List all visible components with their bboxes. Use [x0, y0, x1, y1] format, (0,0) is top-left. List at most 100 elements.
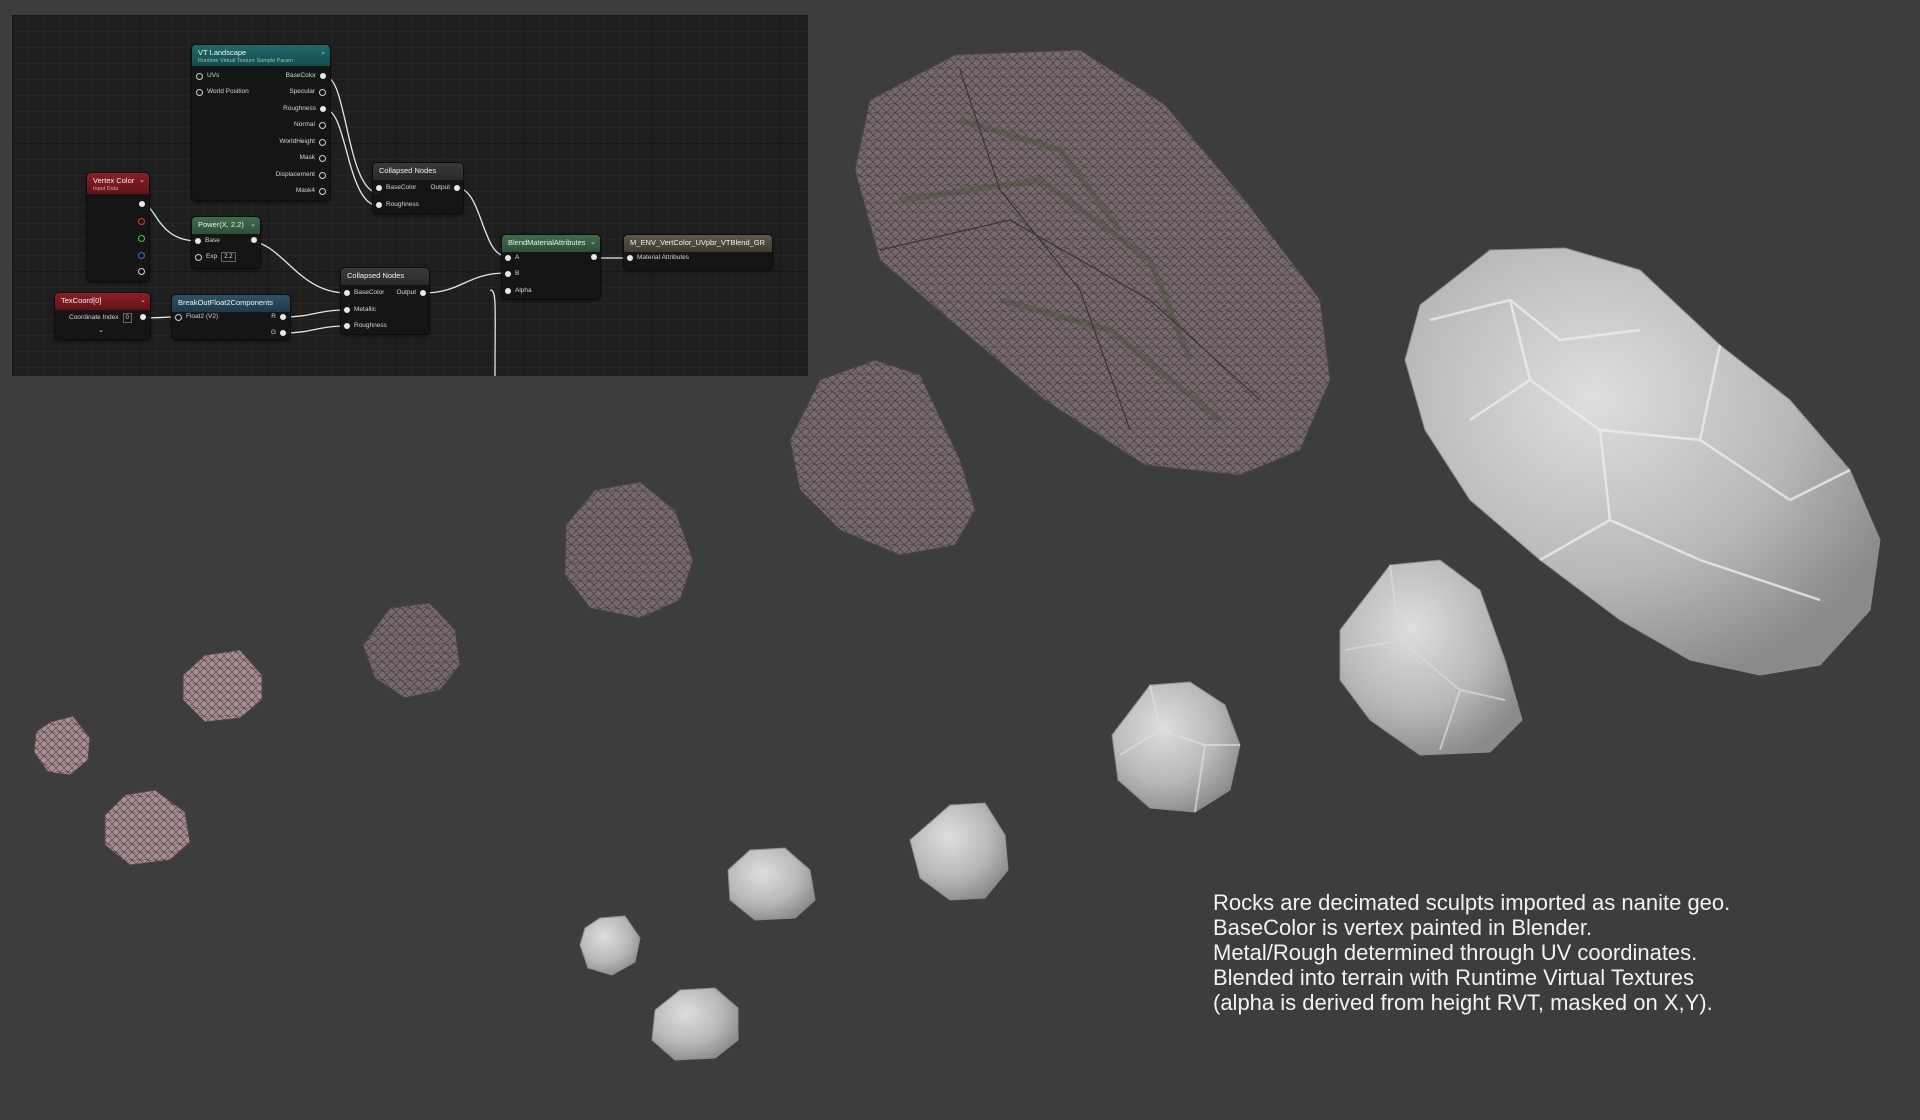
pin-icon[interactable]: [195, 253, 202, 261]
input-pin-base[interactable]: Base: [195, 235, 224, 247]
output-pin-row[interactable]: Normal: [290, 119, 326, 131]
collapsed-nodes-bottom[interactable]: Collapsed Nodes BaseColor Output Metalli…: [341, 268, 429, 334]
coordinate-index-field[interactable]: 0: [122, 313, 132, 323]
node-header: Collapsed Nodes: [341, 268, 429, 285]
output-pin-row[interactable]: BaseColor: [282, 70, 326, 82]
pin-icon[interactable]: [376, 202, 382, 208]
input-pin-roughness[interactable]: Roughness: [376, 199, 423, 211]
pin-icon[interactable]: [344, 323, 350, 329]
pin-icon[interactable]: [320, 73, 326, 79]
pin-icon[interactable]: [420, 290, 426, 296]
power-node[interactable]: Power(X, 2.2) ⌄ Base Exp 2.2: [192, 217, 260, 268]
vt-landscape-node[interactable]: VT Landscape Runtime Virtual Texture Sam…: [192, 45, 330, 200]
output-pin-r[interactable]: R: [267, 311, 286, 323]
pin-icon[interactable]: [454, 185, 460, 191]
input-pin-row[interactable]: UVs: [196, 70, 223, 82]
output-pin-a[interactable]: [138, 266, 145, 278]
input-pin-exp[interactable]: Exp 2.2: [195, 251, 236, 263]
output-pin-row[interactable]: Mask: [295, 152, 326, 164]
output-pin-r[interactable]: [138, 216, 145, 228]
coordinate-index-row[interactable]: Coordinate Index 0: [65, 312, 132, 324]
output-pin-b[interactable]: [138, 250, 145, 262]
wireframe-rock-3: [182, 649, 263, 723]
input-pin-basecolor[interactable]: BaseColor: [376, 182, 420, 194]
output-pin-row[interactable]: Mask4: [292, 185, 326, 197]
pin-icon[interactable]: [138, 251, 145, 259]
pin-icon[interactable]: [196, 72, 203, 80]
input-pin-basecolor[interactable]: BaseColor: [344, 287, 388, 299]
output-pin-g[interactable]: [138, 233, 145, 245]
caption-line: Rocks are decimated sculpts imported as …: [1213, 890, 1731, 915]
vertex-color-node[interactable]: Vertex Color Input Data ⌄: [87, 173, 149, 281]
output-pin-row[interactable]: Roughness: [279, 103, 326, 115]
texcoord-node[interactable]: TexCoord[0] ⌄ Coordinate Index 0 ⌄: [55, 293, 150, 339]
output-pin-row[interactable]: Displacement: [272, 169, 326, 181]
pin-icon[interactable]: [505, 255, 511, 261]
pin-icon[interactable]: [140, 314, 146, 321]
chevron-down-icon[interactable]: ⌄: [140, 296, 146, 304]
pin-icon[interactable]: [505, 271, 511, 277]
pin-icon[interactable]: [138, 267, 145, 275]
pin-icon[interactable]: [319, 171, 326, 179]
output-pin[interactable]: [251, 235, 257, 247]
chevron-down-icon[interactable]: ⌄: [250, 220, 256, 228]
material-graph-editor[interactable]: VT Landscape Runtime Virtual Texture Sam…: [12, 15, 808, 376]
chevron-down-icon[interactable]: ⌄: [590, 238, 596, 246]
input-pin-metallic[interactable]: Metallic: [344, 304, 380, 316]
exp-value-field[interactable]: 2.2: [221, 252, 236, 262]
input-pin-roughness[interactable]: Roughness: [344, 320, 391, 332]
collapsed-nodes-top[interactable]: Collapsed Nodes BaseColor Output Roughne…: [373, 163, 463, 213]
breakout-float2-node[interactable]: BreakOutFloat2Components Float2 (V2) R G: [172, 295, 290, 339]
clay-rock-4: [909, 802, 1009, 901]
input-pin-material-attributes[interactable]: Material Attributes: [627, 252, 693, 264]
pin-icon[interactable]: [344, 307, 350, 313]
caption-line: Blended into terrain with Runtime Virtua…: [1213, 965, 1694, 990]
pin-icon[interactable]: [320, 106, 326, 112]
pin-icon[interactable]: [344, 290, 350, 296]
output-pin-row[interactable]: Specular: [285, 86, 326, 98]
clay-rock-5: [1111, 681, 1241, 813]
pin-icon[interactable]: [319, 154, 326, 162]
output-pin-row[interactable]: WorldHeight: [275, 136, 326, 148]
caption-line: Metal/Rough determined through UV coordi…: [1213, 940, 1698, 965]
node-header: BreakOutFloat2Components: [172, 295, 290, 312]
pin-icon[interactable]: [376, 185, 382, 191]
output-pin[interactable]: Output: [392, 287, 426, 299]
pin-icon[interactable]: [251, 237, 257, 244]
pin-icon[interactable]: [175, 313, 182, 321]
pin-icon[interactable]: [195, 238, 201, 244]
node-title: Collapsed Nodes: [379, 166, 437, 175]
clay-rock-3: [727, 847, 816, 921]
pin-icon[interactable]: [319, 88, 326, 96]
node-title: TexCoord[0]: [61, 296, 102, 305]
input-pin-float2[interactable]: Float2 (V2): [175, 311, 222, 323]
pin-icon[interactable]: [319, 138, 326, 146]
pin-icon[interactable]: [139, 201, 145, 208]
material-output-node[interactable]: M_ENV_VertColor_UVpbr_VTBlend_GR Materia…: [624, 235, 772, 269]
output-pin[interactable]: Output: [426, 182, 460, 194]
pin-icon[interactable]: [280, 330, 286, 336]
pin-icon[interactable]: [591, 254, 597, 261]
chevron-down-icon[interactable]: ⌄: [320, 48, 326, 56]
pin-icon[interactable]: [319, 121, 326, 129]
input-pin-alpha[interactable]: Alpha: [505, 285, 536, 297]
wireframe-rock-medium: [789, 359, 976, 556]
pin-icon[interactable]: [196, 88, 203, 96]
node-subtitle: Input Data: [93, 186, 119, 192]
output-pin[interactable]: [140, 312, 146, 324]
expand-chevron-icon[interactable]: ⌄: [98, 325, 104, 337]
pin-icon[interactable]: [627, 255, 633, 261]
input-pin-a[interactable]: A: [505, 252, 523, 264]
pin-icon[interactable]: [138, 234, 145, 242]
input-pin-b[interactable]: B: [505, 268, 523, 280]
pin-icon[interactable]: [319, 187, 326, 195]
pin-icon[interactable]: [280, 314, 286, 320]
pin-icon[interactable]: [138, 217, 145, 225]
output-pin-g[interactable]: G: [267, 327, 286, 339]
output-pin-rgb[interactable]: [139, 199, 145, 211]
output-pin[interactable]: [591, 252, 597, 264]
blend-material-attributes-node[interactable]: BlendMaterialAttributes ⌄ A B Alpha: [502, 235, 600, 299]
input-pin-row[interactable]: World Position: [196, 86, 253, 98]
pin-icon[interactable]: [505, 288, 511, 294]
chevron-down-icon[interactable]: ⌄: [139, 176, 145, 184]
